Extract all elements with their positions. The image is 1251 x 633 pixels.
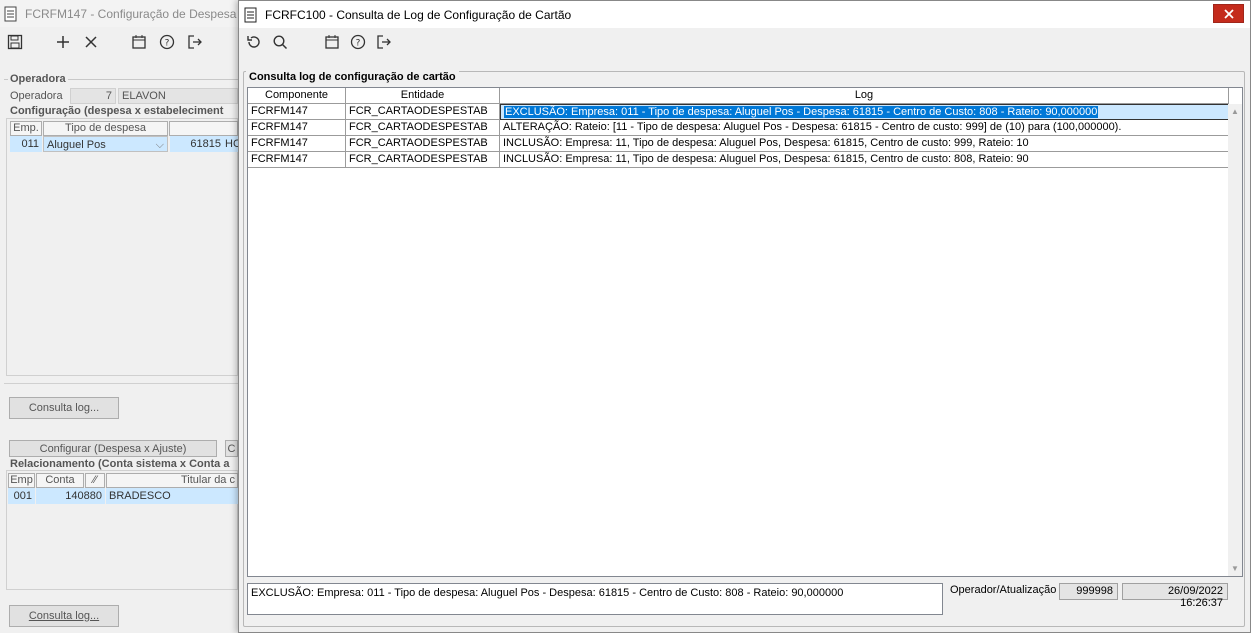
config-row-codigo[interactable]: 61815: [170, 136, 224, 152]
calendar-icon[interactable]: [128, 31, 150, 53]
rel-row-emp[interactable]: 001: [8, 488, 35, 504]
divider: [4, 383, 238, 384]
config-row-extra[interactable]: HC: [224, 136, 238, 152]
operadora-code-field[interactable]: 7: [70, 88, 116, 104]
search-icon[interactable]: [269, 31, 291, 53]
delete-icon[interactable]: [80, 31, 102, 53]
relacionamento-group-title: Relacionamento (Conta sistema x Conta a: [8, 458, 232, 470]
config-header-blank: [169, 121, 238, 136]
table-row[interactable]: FCRFM147 FCR_CARTAODESPESTAB ALTERAÇÃO: …: [248, 120, 1229, 136]
back-window-title: FCRFM147 - Configuração de Despesa po: [25, 6, 254, 21]
operadora-label: Operadora: [10, 90, 63, 102]
cell-componente[interactable]: FCRFM147: [248, 152, 346, 168]
dialog-toolbar: ?: [239, 29, 1250, 55]
rel-row-titular[interactable]: BRADESCO: [106, 488, 238, 504]
consulta-log-button-2[interactable]: Consulta log...: [9, 605, 119, 627]
help-icon[interactable]: ?: [347, 31, 369, 53]
second-button-partial[interactable]: C: [225, 440, 238, 457]
column-header-entidade[interactable]: Entidade: [346, 88, 500, 104]
consulta-log-button-1[interactable]: Consulta log...: [9, 397, 119, 419]
calendar-icon[interactable]: [321, 31, 343, 53]
log-grid-header: Componente Entidade Log: [248, 88, 1242, 104]
config-row-emp[interactable]: 011: [10, 136, 42, 152]
operadora-name-field[interactable]: ELAVON: [118, 88, 238, 104]
config-header-emp: Emp.: [10, 121, 42, 136]
table-row[interactable]: FCRFM147 FCR_CARTAODESPESTAB INCLUSÃO: E…: [248, 152, 1229, 168]
cell-entidade[interactable]: FCR_CARTAODESPESTAB: [346, 136, 500, 152]
scroll-up-icon[interactable]: ▲: [1231, 107, 1239, 116]
log-detail-textarea[interactable]: EXCLUSÃO: Empresa: 011 - Tipo de despesa…: [247, 583, 943, 615]
exit-icon[interactable]: [373, 31, 395, 53]
log-grid[interactable]: Componente Entidade Log FCRFM147 FCR_CAR…: [247, 87, 1243, 577]
rel-header-emp: Emp: [8, 473, 35, 488]
table-row[interactable]: FCRFM147 FCR_CARTAODESPESTAB INCLUSÃO: E…: [248, 136, 1229, 152]
table-row[interactable]: FCRFM147 FCR_CARTAODESPESTAB EXCLUSÃO: E…: [248, 104, 1229, 120]
cell-log[interactable]: INCLUSÃO: Empresa: 11, Tipo de despesa: …: [500, 136, 1229, 152]
cell-log[interactable]: EXCLUSÃO: Empresa: 011 - Tipo de despesa…: [500, 104, 1229, 120]
save-icon[interactable]: [4, 31, 26, 53]
svg-text:?: ?: [356, 39, 361, 49]
column-header-log[interactable]: Log: [500, 88, 1229, 104]
close-icon: [1223, 8, 1234, 19]
atualizacao-field[interactable]: 26/09/2022 16:26:37: [1122, 583, 1228, 609]
configurar-button[interactable]: Configurar (Despesa x Ajuste): [9, 440, 217, 457]
rel-row-conta[interactable]: 140880: [36, 488, 105, 504]
vertical-scrollbar[interactable]: ▲ ▼: [1228, 104, 1242, 576]
cell-log-selected-text: EXCLUSÃO: Empresa: 011 - Tipo de despesa…: [504, 106, 1099, 118]
cell-entidade[interactable]: FCR_CARTAODESPESTAB: [346, 120, 500, 136]
config-row-tipo[interactable]: Aluguel Pos ⌵: [43, 136, 168, 152]
rel-header-conta: Conta: [36, 473, 84, 488]
cell-entidade[interactable]: FCR_CARTAODESPESTAB: [346, 104, 500, 120]
exit-icon[interactable]: [184, 31, 206, 53]
chevron-down-icon[interactable]: ⌵: [156, 137, 164, 151]
config-header-tipo: Tipo de despesa: [43, 121, 168, 136]
help-icon[interactable]: ?: [156, 31, 178, 53]
document-icon: [244, 7, 260, 23]
add-icon[interactable]: [52, 31, 74, 53]
svg-text:?: ?: [165, 39, 170, 49]
panel-title: Consulta log de configuração de cartão: [246, 71, 459, 83]
config-row-tipo-text: Aluguel Pos: [47, 139, 106, 151]
operadora-group-title: Operadora: [8, 73, 68, 85]
cell-componente[interactable]: FCRFM147: [248, 136, 346, 152]
operador-label: Operador/Atualização: [950, 584, 1057, 596]
cell-componente[interactable]: FCRFM147: [248, 120, 346, 136]
rel-header-titular: Titular da c: [106, 473, 238, 488]
cell-entidade[interactable]: FCR_CARTAODESPESTAB: [346, 152, 500, 168]
rel-header-sort-icon: ⁄⁄: [85, 473, 105, 488]
close-button[interactable]: [1213, 4, 1244, 23]
column-header-componente[interactable]: Componente: [248, 88, 346, 104]
config-group-title: Configuração (despesa x estabeleciment: [8, 105, 226, 117]
cell-log[interactable]: INCLUSÃO: Empresa: 11, Tipo de despesa: …: [500, 152, 1229, 168]
refresh-icon[interactable]: [243, 31, 265, 53]
cell-log[interactable]: ALTERAÇÃO: Rateio: [11 - Tipo de despesa…: [500, 120, 1229, 136]
scroll-down-icon[interactable]: ▼: [1231, 564, 1239, 573]
dialog-title: FCRFC100 - Consulta de Log de Configuraç…: [265, 7, 572, 22]
config-grid[interactable]: [6, 118, 238, 376]
cell-componente[interactable]: FCRFM147: [248, 104, 346, 120]
document-icon: [4, 6, 20, 22]
operador-code-field[interactable]: 999998: [1059, 583, 1118, 600]
dialog-titlebar: FCRFC100 - Consulta de Log de Configuraç…: [239, 1, 1250, 28]
